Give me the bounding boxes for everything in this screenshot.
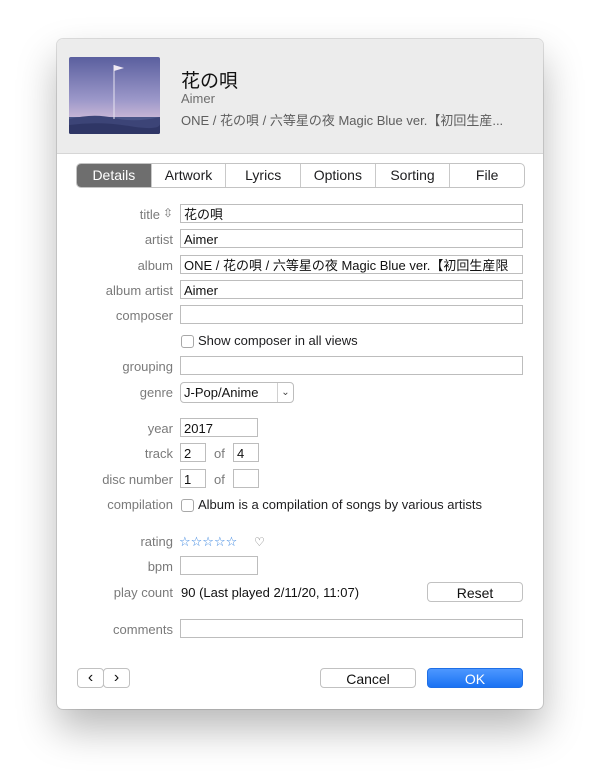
compilation-label: compilation [107, 497, 173, 512]
reset-button[interactable]: Reset [427, 582, 523, 602]
tab-artwork[interactable]: Artwork [150, 164, 226, 187]
genre-select[interactable]: J-Pop/Anime ⌄ [180, 382, 294, 403]
tab-options[interactable]: Options [300, 164, 375, 187]
compilation-checkbox[interactable] [181, 499, 194, 512]
tab-lyrics[interactable]: Lyrics [225, 164, 300, 187]
next-button[interactable]: › [103, 668, 130, 688]
disc-number-label: disc number [102, 472, 173, 487]
track-of-label: of [214, 446, 225, 461]
grouping-field[interactable] [180, 356, 523, 375]
comments-label: comments [113, 622, 173, 637]
track-number-field[interactable]: 2 [180, 443, 206, 462]
bpm-label: bpm [147, 559, 173, 574]
title-field[interactable]: 花の唄 [180, 204, 523, 223]
dialog-header: 花の唄 Aimer ONE / 花の唄 / 六等星の夜 Magic Blue v… [57, 39, 543, 154]
album-label: album [137, 258, 173, 273]
rating-stars[interactable]: ☆☆☆☆☆ [179, 534, 237, 550]
bpm-field[interactable] [180, 556, 258, 575]
track-label: track [144, 446, 173, 461]
rating-label: rating [140, 534, 173, 549]
tab-sorting[interactable]: Sorting [374, 164, 450, 187]
year-label: year [147, 421, 173, 436]
compilation-description: Album is a compilation of songs by vario… [198, 497, 482, 512]
tab-bar: Details Artwork Lyrics Options Sorting F… [76, 163, 525, 188]
ok-button[interactable]: OK [427, 668, 523, 688]
show-composer-label: Show composer in all views [198, 333, 358, 348]
genre-value: J-Pop/Anime [184, 385, 259, 400]
header-title: 花の唄 [181, 71, 239, 92]
year-field[interactable]: 2017 [180, 418, 258, 437]
cancel-button[interactable]: Cancel [320, 668, 416, 688]
artist-field[interactable]: Aimer [180, 229, 523, 248]
play-count-label: play count [113, 585, 173, 600]
composer-label: composer [115, 308, 173, 323]
previous-button[interactable]: ‹ [77, 668, 104, 688]
artist-label: artist [144, 232, 173, 247]
header-artist: Aimer [181, 91, 215, 106]
album-artist-field[interactable]: Aimer [180, 280, 523, 299]
tab-file[interactable]: File [449, 164, 524, 187]
album-field[interactable]: ONE / 花の唄 / 六等星の夜 Magic Blue ver.【初回生産限 [180, 255, 523, 274]
disc-total-field[interactable] [233, 469, 259, 488]
heart-icon[interactable]: ♡ [254, 535, 265, 549]
tab-details[interactable]: Details [77, 164, 151, 187]
composer-field[interactable] [180, 305, 523, 324]
album-artist-label: album artist [105, 283, 173, 298]
sort-icon[interactable]: ⇳ [163, 206, 173, 220]
disc-of-label: of [214, 472, 225, 487]
comments-field[interactable] [180, 619, 523, 638]
play-count-value: 90 (Last played 2/11/20, 11:07) [181, 585, 360, 600]
title-label: title [139, 207, 160, 222]
show-composer-checkbox[interactable] [181, 335, 194, 348]
genre-label: genre [139, 385, 173, 400]
album-artwork [69, 57, 160, 134]
get-info-dialog: 花の唄 Aimer ONE / 花の唄 / 六等星の夜 Magic Blue v… [57, 39, 543, 709]
disc-number-field[interactable]: 1 [180, 469, 206, 488]
chevron-down-icon: ⌄ [277, 383, 293, 402]
grouping-label: grouping [122, 359, 173, 374]
track-total-field[interactable]: 4 [233, 443, 259, 462]
header-album: ONE / 花の唄 / 六等星の夜 Magic Blue ver.【初回生産..… [181, 113, 504, 128]
